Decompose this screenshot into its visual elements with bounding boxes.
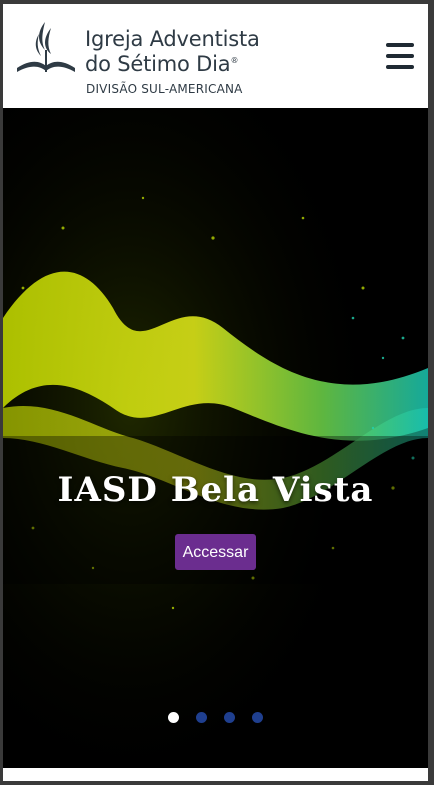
adventist-logo-icon[interactable] (15, 20, 77, 78)
hamburger-menu-icon[interactable] (386, 43, 416, 71)
brand-name-line1: Igreja Adventista (85, 27, 260, 51)
access-button[interactable]: Accessar (175, 534, 256, 570)
page-frame: Igreja Adventista do Sétimo Dia® DIVISÃO… (3, 4, 428, 781)
carousel-indicators (3, 712, 428, 724)
carousel-dot-2[interactable] (196, 712, 207, 723)
slide-title: IASD Bela Vista (57, 470, 374, 510)
carousel-dot-3[interactable] (224, 712, 235, 723)
brand-division: DIVISÃO SUL-AMERICANA (86, 82, 243, 96)
carousel-dot-4[interactable] (252, 712, 263, 723)
site-header: Igreja Adventista do Sétimo Dia® DIVISÃO… (3, 4, 428, 108)
hero-carousel: IASD Bela Vista Accessar (3, 108, 428, 768)
page-bottom-strip (3, 768, 428, 781)
brand-name-line2: do Sétimo Dia® (85, 52, 239, 76)
carousel-dot-1[interactable] (168, 712, 179, 723)
